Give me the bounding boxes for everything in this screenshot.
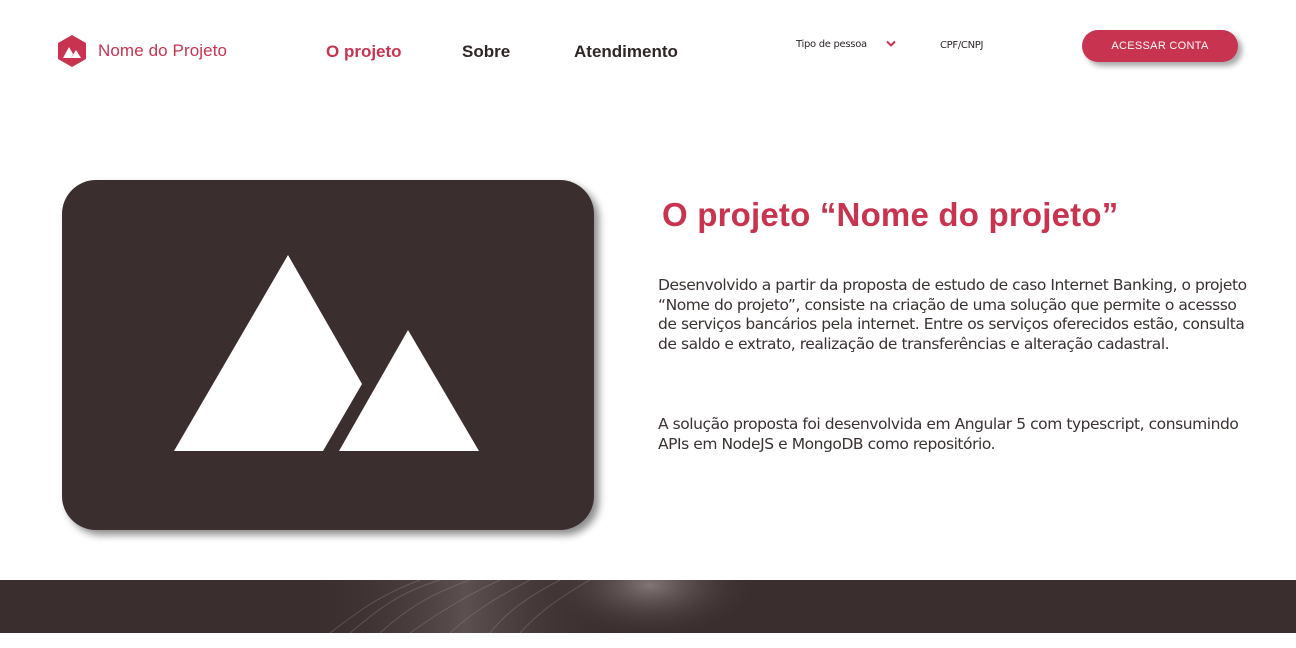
cpf-cnpj-input[interactable]: [940, 37, 1060, 53]
nav-item-o-projeto[interactable]: O projeto: [326, 42, 402, 62]
access-account-button[interactable]: ACESSAR CONTA: [1082, 30, 1238, 62]
image-placeholder-mountains-icon: [174, 255, 479, 451]
content-title: O projeto “Nome do projeto”: [662, 196, 1119, 233]
bottom-banner-image: [0, 580, 1296, 633]
tech-stack-paragraph: A solução proposta foi desenvolvida em A…: [658, 415, 1239, 453]
brand-logo[interactable]: Nome do Projeto: [56, 34, 227, 68]
mountain-hexagon-icon: [58, 35, 86, 67]
person-type-label: Tipo de pessoa: [796, 38, 867, 50]
chevron-down-icon: [886, 40, 896, 47]
person-type-select[interactable]: Tipo de pessoa: [796, 38, 897, 50]
brand-name: Nome do Projeto: [98, 41, 228, 60]
hero-image-placeholder: [62, 180, 594, 530]
banner-photo: [300, 580, 760, 633]
nav-item-atendimento[interactable]: Atendimento: [574, 42, 678, 62]
nav-item-sobre[interactable]: Sobre: [462, 42, 510, 62]
project-description-paragraph: Desenvolvido a partir da proposta de est…: [658, 276, 1247, 353]
header: Nome do Projeto O projeto Sobre Atendime…: [0, 0, 1296, 100]
